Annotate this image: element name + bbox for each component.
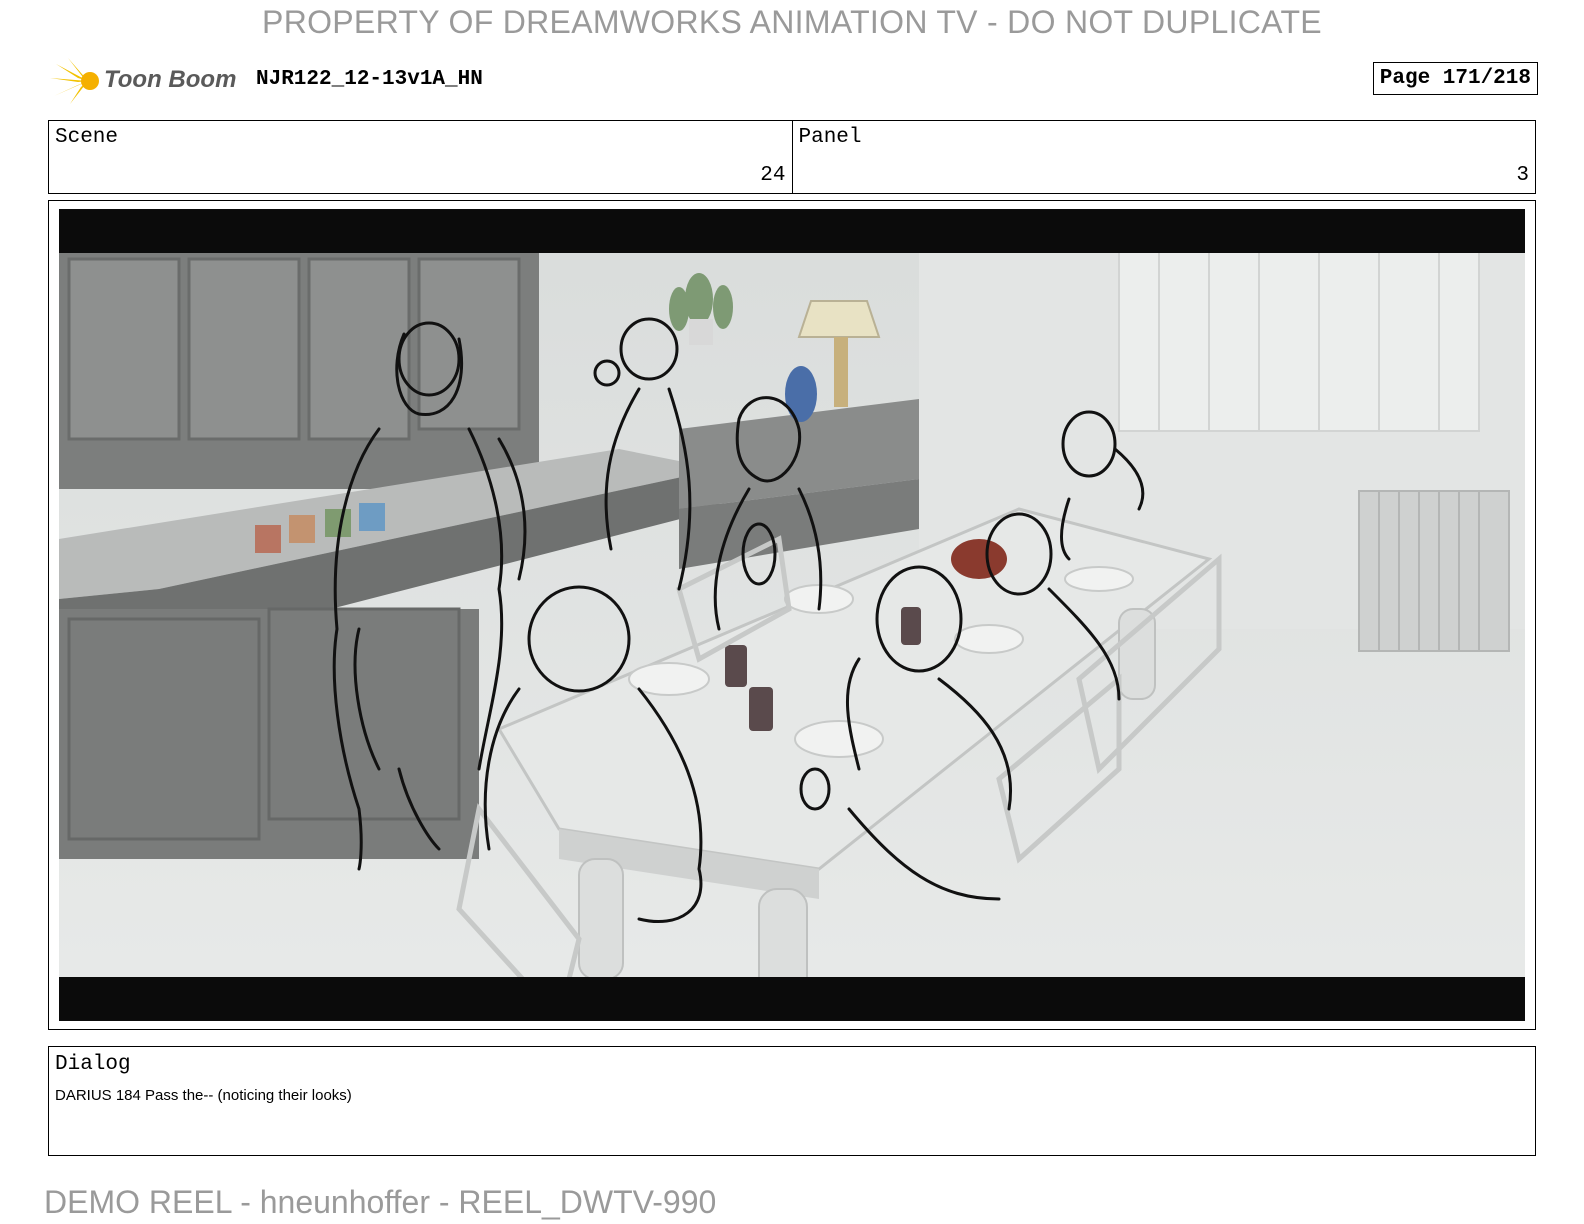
starburst-icon: [50, 58, 99, 104]
dialog-box: Dialog DARIUS 184 Pass the-- (noticing t…: [48, 1046, 1536, 1156]
panel-label: Panel: [798, 126, 862, 149]
panel-cell: Panel 3: [791, 121, 1536, 193]
toon-boom-logo: Toon Boom: [48, 56, 238, 106]
document-id: NJR122_12-13v1A_HN: [256, 68, 483, 91]
storyboard-panel-frame: [48, 200, 1536, 1030]
storyboard-sketch-image: [59, 209, 1525, 1021]
scene-cell: Scene 24: [49, 121, 792, 193]
scene-panel-table: Scene 24 Panel 3: [48, 120, 1536, 194]
logo-text: Toon Boom: [104, 66, 237, 93]
confidentiality-watermark: PROPERTY OF DREAMWORKS ANIMATION TV - DO…: [262, 4, 1322, 40]
dialog-text: DARIUS 184 Pass the-- (noticing their lo…: [55, 1087, 352, 1104]
scene-value: 24: [760, 164, 786, 187]
panel-value: 3: [1516, 164, 1529, 187]
page-header: Toon Boom NJR122_12-13v1A_HN Page 171/21…: [48, 56, 1538, 106]
scene-label: Scene: [55, 126, 119, 149]
page-number-box: Page 171/218: [1372, 62, 1538, 95]
dialog-label: Dialog: [55, 1053, 131, 1076]
demo-reel-watermark: DEMO REEL - hneunhoffer - REEL_DWTV-990: [44, 1184, 717, 1220]
